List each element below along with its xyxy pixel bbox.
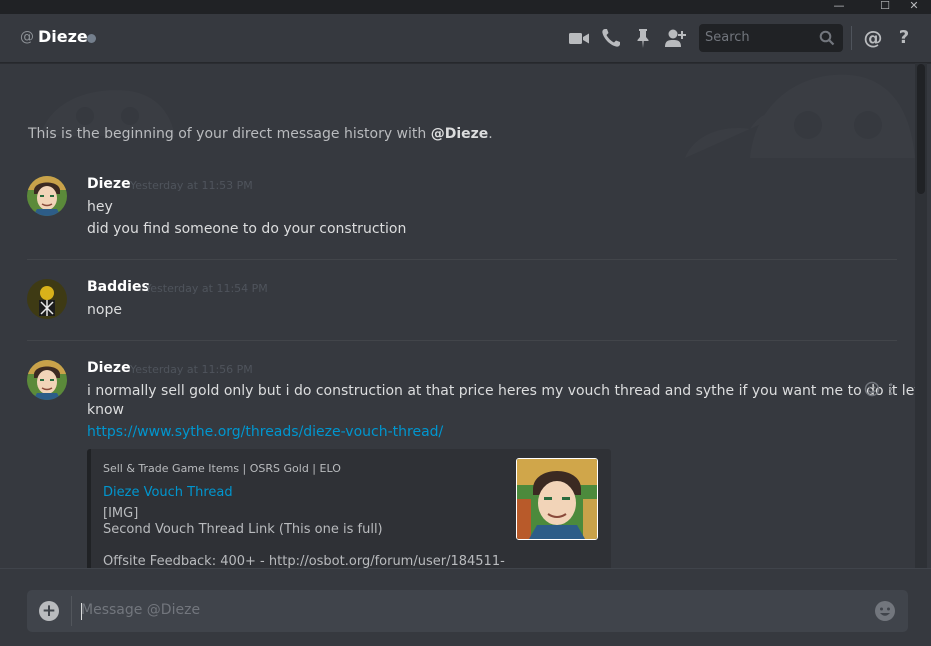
- at-symbol: @: [20, 29, 34, 45]
- embed-description: Offsite Feedback: 400+ - http://osbot.or…: [103, 554, 505, 568]
- beginning-prefix: This is the beginning of your direct mes…: [28, 126, 431, 142]
- message-author[interactable]: Dieze: [87, 360, 131, 376]
- phone-call-icon[interactable]: [600, 27, 622, 49]
- message-link[interactable]: https://www.sythe.org/threads/dieze-vouc…: [87, 424, 443, 440]
- emoji-icon[interactable]: [874, 600, 896, 622]
- avatar[interactable]: [27, 176, 67, 216]
- window-titlebar: — ☐ ✕: [0, 0, 931, 14]
- message-content: know: [87, 402, 124, 418]
- message-content: hey: [87, 199, 113, 215]
- message-content: i normally sell gold only but i do const…: [87, 383, 915, 399]
- message-divider: [27, 340, 897, 341]
- status-indicator: [87, 34, 96, 43]
- pin-icon[interactable]: [632, 27, 654, 49]
- mention-icon[interactable]: @: [862, 27, 884, 49]
- composer-divider: [71, 596, 72, 626]
- search-input[interactable]: Search: [699, 24, 843, 52]
- embed-thumbnail[interactable]: [516, 458, 598, 540]
- message-timestamp: Yesterday at 11:56 PM: [130, 363, 253, 376]
- link-embed: Sell & Trade Game Items | OSRS Gold | EL…: [87, 449, 611, 568]
- embed-title[interactable]: Dieze Vouch Thread: [103, 485, 233, 500]
- help-icon[interactable]: ?: [893, 27, 915, 49]
- message-composer[interactable]: + Message @Dieze: [27, 590, 908, 632]
- message-timestamp: Yesterday at 11:53 PM: [130, 179, 253, 192]
- beginning-suffix: .: [488, 126, 493, 142]
- background-art-right: [685, 74, 915, 158]
- maximize-button[interactable]: ☐: [875, 0, 895, 14]
- avatar[interactable]: [27, 279, 67, 319]
- search-icon: [819, 30, 835, 46]
- close-button[interactable]: ✕: [904, 0, 924, 14]
- message-divider: [27, 259, 897, 260]
- message-input[interactable]: Message @Dieze: [81, 602, 200, 618]
- scrollbar-thumb[interactable]: [917, 64, 925, 194]
- search-placeholder: Search: [705, 30, 750, 45]
- message-content: did you find someone to do your construc…: [87, 221, 407, 237]
- add-friend-icon[interactable]: [664, 27, 686, 49]
- message-author[interactable]: Dieze: [87, 176, 131, 192]
- message-timestamp: Yesterday at 11:54 PM: [145, 282, 268, 295]
- channel-header: @ Dieze Search @ ?: [0, 14, 931, 63]
- more-options-icon[interactable]: [886, 381, 902, 397]
- message-content: nope: [87, 302, 122, 318]
- minimize-button[interactable]: —: [829, 0, 849, 14]
- embed-description: [IMG]: [103, 506, 139, 521]
- message-author[interactable]: Baddies: [87, 279, 150, 295]
- beginning-name[interactable]: @Dieze: [431, 126, 489, 142]
- text-caret: [81, 603, 82, 620]
- embed-description: Second Vouch Thread Link (This one is fu…: [103, 522, 383, 537]
- embed-provider: Sell & Trade Game Items | OSRS Gold | EL…: [103, 462, 341, 475]
- dm-beginning-notice: This is the beginning of your direct mes…: [28, 126, 493, 142]
- video-call-icon[interactable]: [568, 27, 590, 49]
- header-divider: [851, 26, 852, 50]
- add-reaction-icon[interactable]: [864, 381, 880, 397]
- avatar[interactable]: [27, 360, 67, 400]
- channel-title: Dieze: [38, 27, 88, 46]
- add-attachment-icon[interactable]: +: [39, 601, 59, 621]
- message-list[interactable]: This is the beginning of your direct mes…: [0, 63, 915, 568]
